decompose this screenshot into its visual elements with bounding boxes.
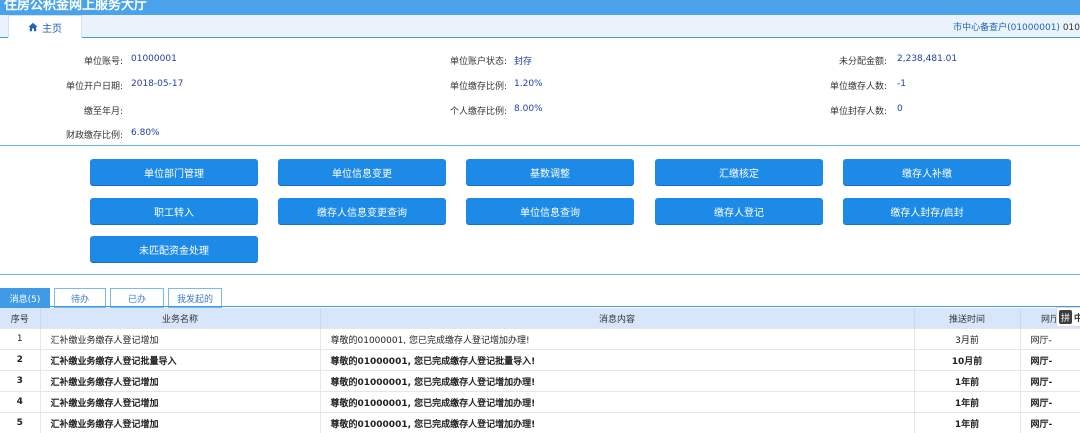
dept-mgmt-button[interactable]: 单位部门管理 [90,159,258,185]
unit-ratio-label: 单位缴存比例: [450,79,507,92]
row-biz: 汇补缴业务缴存人登记批量导入 [40,350,320,371]
row-biz: 汇补缴业务缴存人登记增加 [40,392,320,413]
row-content: 尊敬的01000001, 您已完成缴存人登记增加办理! [320,329,914,350]
table-row[interactable]: 5 汇补缴业务缴存人登记增加 尊敬的01000001, 您已完成缴存人登记增加办… [0,413,1080,433]
row-no: 3 [0,371,40,392]
row-src: 网厅- [1020,392,1080,413]
account-extra: 010 [1063,23,1080,33]
unit-query-button[interactable]: 单位信息查询 [466,198,634,224]
sealed-value: 0 [897,104,903,114]
app-title: 住房公积金网上服务大厅 [4,0,147,13]
account-label: 市中心备查户(01000001) [953,23,1060,33]
unit-ratio-value: 1.20% [514,79,543,89]
ime-toolbar[interactable]: 拼 中 [1056,307,1080,327]
row-no: 1 [0,329,40,350]
unit-info-panel: 单位账号: 01000001 单位账户状态: 封存 未分配金额: 2,238,4… [0,37,1080,143]
base-adjust-button[interactable]: 基数调整 [466,159,634,185]
row-content: 尊敬的01000001, 您已完成缴存人登记增加办理! [320,392,914,413]
unit-status-value: 封存 [514,54,532,67]
personal-ratio-value: 8.00% [514,104,543,114]
depositors-label: 单位缴存人数: [830,79,887,92]
row-content: 尊敬的01000001, 您已完成缴存人登记批量导入! [320,350,914,371]
tab-bar: 主页 市中心备查户(01000001) 010 [0,15,1080,38]
row-no: 2 [0,350,40,371]
tab-done[interactable]: 已办 [110,288,164,308]
account-info: 市中心备查户(01000001) 010 [953,20,1080,33]
row-src: 网厅- [1020,371,1080,392]
info-divider [0,145,1080,146]
sealed-label: 单位封存人数: [830,104,887,117]
row-time: 1年前 [914,371,1020,392]
unit-change-button[interactable]: 单位信息变更 [278,159,446,185]
unit-account-value: 01000001 [131,54,177,64]
ime-pinyin-icon: 拼 [1059,310,1072,324]
row-time: 1年前 [914,392,1020,413]
row-no: 4 [0,392,40,413]
row-time: 10月前 [914,350,1020,371]
open-date-value: 2018-05-17 [131,79,183,89]
finance-ratio-label: 财政缴存比例: [66,128,123,141]
unmatched-funds-button[interactable]: 未匹配资金处理 [90,236,258,262]
summary-check-button[interactable]: 汇缴核定 [655,159,823,185]
tab-underline [0,306,1080,307]
depositors-value: -1 [897,79,906,89]
table-row[interactable]: 2 汇补缴业务缴存人登记批量导入 尊敬的01000001, 您已完成缴存人登记批… [0,350,1080,371]
unit-status-label: 单位账户状态: [450,54,507,67]
messages-table: 序号 业务名称 消息内容 推送时间 网厅 1 汇补缴业务缴存人登记增加 尊敬的0… [0,308,1080,433]
table-header-row: 序号 业务名称 消息内容 推送时间 网厅 [0,308,1080,329]
tab-home-label: 主页 [42,20,62,35]
actions-divider [0,274,1080,275]
paid-month-label: 缴至年月: [84,104,123,117]
table-row[interactable]: 4 汇补缴业务缴存人登记增加 尊敬的01000001, 您已完成缴存人登记增加办… [0,392,1080,413]
tab-todo[interactable]: 待办 [54,288,106,308]
unallocated-label: 未分配金额: [839,54,887,67]
tab-messages[interactable]: 消息(5) [0,288,50,308]
row-time: 1年前 [914,413,1020,433]
row-no: 5 [0,413,40,433]
ime-mode-label: 中 [1074,311,1080,324]
seal-unseal-button[interactable]: 缴存人封存/启封 [843,198,1011,224]
row-content: 尊敬的01000001, 您已完成缴存人登记增加办理! [320,413,914,433]
col-biz: 业务名称 [40,308,320,329]
table-row[interactable]: 3 汇补缴业务缴存人登记增加 尊敬的01000001, 您已完成缴存人登记增加办… [0,371,1080,392]
row-time: 3月前 [914,329,1020,350]
row-content: 尊敬的01000001, 您已完成缴存人登记增加办理! [320,371,914,392]
row-biz: 汇补缴业务缴存人登记增加 [40,413,320,433]
row-biz: 汇补缴业务缴存人登记增加 [40,329,320,350]
col-time: 推送时间 [914,308,1020,329]
open-date-label: 单位开户日期: [66,79,123,92]
supplement-button[interactable]: 缴存人补缴 [843,159,1011,185]
finance-ratio-value: 6.80% [131,128,160,138]
personal-ratio-label: 个人缴存比例: [450,104,507,117]
row-biz: 汇补缴业务缴存人登记增加 [40,371,320,392]
depositor-change-query-button[interactable]: 缴存人信息变更查询 [278,198,446,224]
tab-initiated[interactable]: 我发起的 [168,288,222,308]
home-icon [28,22,38,32]
row-src: 网厅- [1020,329,1080,350]
col-no: 序号 [0,308,40,329]
table-row[interactable]: 1 汇补缴业务缴存人登记增加 尊敬的01000001, 您已完成缴存人登记增加办… [0,329,1080,350]
unit-account-label: 单位账号: [84,54,123,67]
depositor-register-button[interactable]: 缴存人登记 [655,198,823,224]
tab-home[interactable]: 主页 [8,15,82,38]
app-header: 住房公积金网上服务大厅 [0,0,1080,15]
unallocated-value: 2,238,481.01 [897,54,957,64]
row-src: 网厅- [1020,350,1080,371]
row-src: 网厅- [1020,413,1080,433]
transfer-in-button[interactable]: 职工转入 [90,198,258,224]
col-content: 消息内容 [320,308,914,329]
